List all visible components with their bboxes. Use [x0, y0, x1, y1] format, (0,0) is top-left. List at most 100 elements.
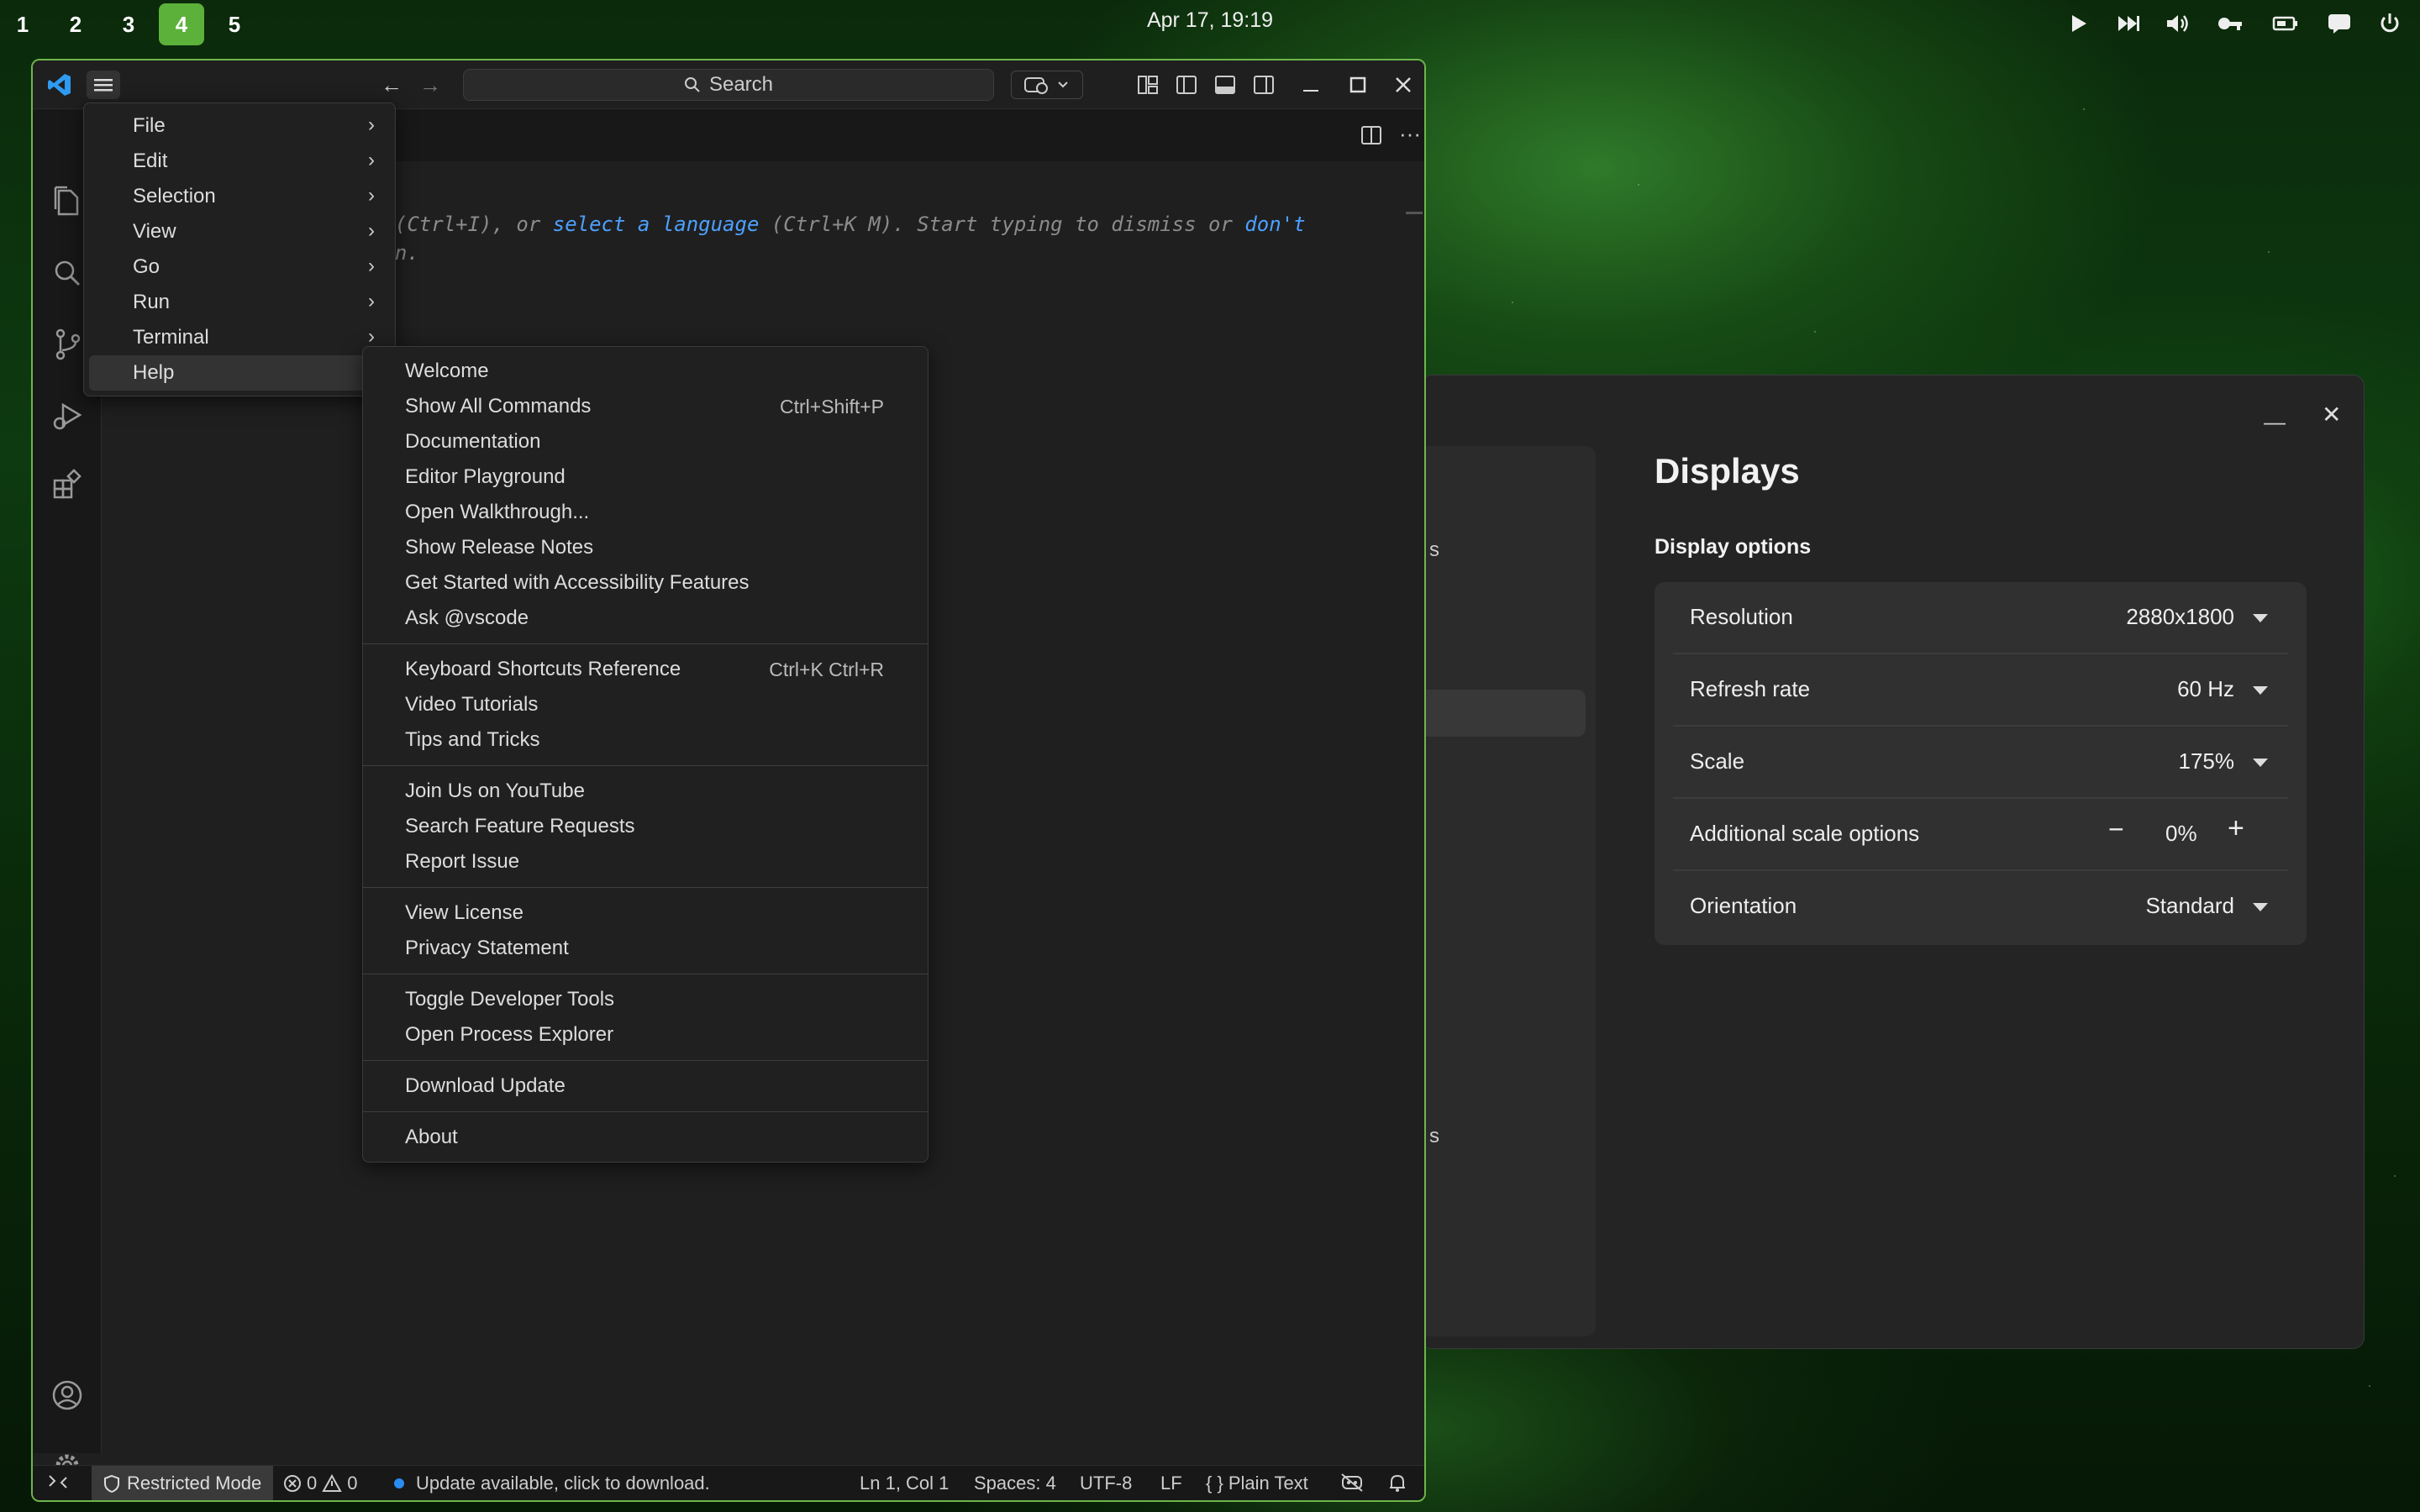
volume-icon[interactable] [2163, 10, 2193, 37]
menu-item-feature-requests[interactable]: Search Feature Requests [363, 809, 928, 844]
menu-label: Show Release Notes [405, 536, 594, 559]
copilot-button[interactable] [1011, 71, 1083, 99]
explorer-icon[interactable] [48, 181, 87, 220]
accounts-icon[interactable] [48, 1376, 87, 1415]
menu-item-run[interactable]: Run › [89, 285, 390, 320]
sidebar-fragment[interactable]: s [1429, 1125, 1439, 1148]
dont-show-link[interactable]: don't [1244, 213, 1305, 236]
menu-label: Terminal [133, 326, 209, 349]
menu-item-tips[interactable]: Tips and Tricks [363, 722, 928, 758]
cursor-position[interactable]: Ln 1, Col 1 [860, 1473, 949, 1494]
menu-item-privacy[interactable]: Privacy Statement [363, 931, 928, 966]
source-control-icon[interactable] [48, 324, 87, 363]
select-language-link[interactable]: select a language [553, 213, 760, 236]
menu-item-help[interactable]: Help› [89, 355, 390, 391]
power-icon[interactable] [2375, 10, 2405, 37]
chat-icon[interactable] [2324, 10, 2354, 37]
notifications-bell-icon[interactable] [1387, 1473, 1407, 1493]
sidebar-fragment[interactable]: s [1429, 538, 1439, 562]
command-center-search[interactable]: Search [463, 69, 994, 101]
menu-item-terminal[interactable]: Terminal › [89, 320, 390, 355]
dropdown-caret-icon[interactable] [2253, 903, 2268, 911]
maximize-window-icon[interactable] [1344, 71, 1372, 99]
menu-item-editor-playground[interactable]: Editor Playground [363, 459, 928, 495]
dropdown-caret-icon[interactable] [2253, 614, 2268, 622]
menu-item-open-walkthrough[interactable]: Open Walkthrough... [363, 495, 928, 530]
remote-indicator-icon[interactable] [48, 1473, 68, 1491]
forward-arrow-icon[interactable]: → [416, 71, 445, 99]
menu-item-selection[interactable]: Selection › [89, 179, 390, 214]
menu-item-dev-tools[interactable]: Toggle Developer Tools [363, 982, 928, 1017]
toggle-primary-sidebar-icon[interactable] [1174, 71, 1199, 99]
menu-item-ask-vscode[interactable]: Ask @vscode [363, 601, 928, 636]
refresh-rate-label: Refresh rate [1690, 676, 1811, 701]
run-debug-icon[interactable] [48, 396, 87, 435]
scrollbar-marker[interactable] [1406, 212, 1423, 214]
language-mode[interactable]: { } Plain Text [1206, 1473, 1308, 1494]
refresh-rate-row[interactable]: Refresh rate 60 Hz [1673, 654, 2288, 727]
menu-item-accessibility[interactable]: Get Started with Accessibility Features [363, 565, 928, 601]
refresh-rate-value[interactable]: 60 Hz [2177, 676, 2234, 702]
vscode-logo-icon [45, 71, 75, 99]
workspace-3[interactable]: 3 [106, 3, 151, 45]
menu-item-keyboard-reference[interactable]: Keyboard Shortcuts Reference Ctrl+K Ctrl+… [363, 652, 928, 687]
update-notification[interactable]: Update available, click to download. [394, 1473, 710, 1494]
copilot-status-icon[interactable] [1340, 1473, 1364, 1493]
menu-item-edit[interactable]: Edit › [89, 144, 390, 179]
scale-row[interactable]: Scale 175% [1673, 727, 2288, 799]
resolution-row[interactable]: Resolution 2880x1800 [1673, 582, 2288, 654]
clock[interactable]: Apr 17, 19:19 [1126, 8, 1294, 33]
menu-item-documentation[interactable]: Documentation [363, 424, 928, 459]
minimize-window-icon[interactable] [1297, 71, 1325, 99]
menu-item-release-notes[interactable]: Show Release Notes [363, 530, 928, 565]
workspace-1[interactable]: 1 [0, 3, 45, 45]
menu-item-video-tutorials[interactable]: Video Tutorials [363, 687, 928, 722]
skip-forward-icon[interactable] [2114, 10, 2144, 37]
workspace-2[interactable]: 2 [53, 3, 98, 45]
orientation-value[interactable]: Standard [2145, 893, 2234, 919]
menu-item-download-update[interactable]: Download Update [363, 1068, 928, 1104]
end-of-line[interactable]: LF [1160, 1473, 1182, 1494]
menu-item-youtube[interactable]: Join Us on YouTube [363, 774, 928, 809]
sidebar-item-displays[interactable] [1421, 690, 1586, 737]
dropdown-caret-icon[interactable] [2253, 686, 2268, 695]
minimize-button[interactable]: — [2264, 409, 2286, 435]
menu-item-report-issue[interactable]: Report Issue [363, 844, 928, 879]
workspace-4[interactable]: 4 [159, 3, 204, 45]
more-actions-icon[interactable]: ··· [1397, 119, 1423, 148]
update-text: Update available, click to download. [416, 1473, 710, 1494]
close-button[interactable]: ✕ [2322, 401, 2341, 428]
search-icon[interactable] [48, 254, 87, 292]
menu-item-process-explorer[interactable]: Open Process Explorer [363, 1017, 928, 1053]
menu-item-show-all-commands[interactable]: Show All Commands Ctrl+Shift+P [363, 389, 928, 424]
dropdown-caret-icon[interactable] [2253, 759, 2268, 767]
toggle-secondary-sidebar-icon[interactable] [1251, 71, 1276, 99]
menu-item-file[interactable]: File › [89, 108, 390, 144]
toggle-panel-icon[interactable] [1213, 71, 1238, 99]
scale-value[interactable]: 175% [2179, 748, 2235, 774]
split-editor-icon[interactable] [1359, 121, 1384, 150]
resolution-value[interactable]: 2880x1800 [2126, 604, 2234, 630]
customize-layout-icon[interactable] [1135, 71, 1160, 99]
battery-icon[interactable] [2270, 10, 2301, 37]
menu-item-view-license[interactable]: View License [363, 895, 928, 931]
increase-button[interactable]: + [2228, 812, 2244, 845]
play-icon[interactable] [2064, 10, 2094, 37]
decrease-button[interactable]: − [2108, 814, 2124, 845]
extensions-icon[interactable] [48, 465, 87, 504]
encoding[interactable]: UTF-8 [1080, 1473, 1132, 1494]
key-icon[interactable] [2215, 10, 2245, 37]
menu-item-go[interactable]: Go › [89, 249, 390, 285]
close-window-icon[interactable] [1389, 71, 1418, 99]
orientation-row[interactable]: Orientation Standard [1673, 871, 2288, 943]
hamburger-menu-button[interactable] [87, 71, 120, 99]
indentation[interactable]: Spaces: 4 [974, 1473, 1056, 1494]
menu-item-welcome[interactable]: Welcome [363, 354, 928, 389]
problems-indicator[interactable]: 0 0 [283, 1473, 358, 1494]
menu-separator [363, 643, 928, 644]
restricted-mode-button[interactable]: Restricted Mode [92, 1466, 274, 1500]
back-arrow-icon[interactable]: ← [377, 71, 406, 99]
menu-item-view[interactable]: View › [89, 214, 390, 249]
workspace-5[interactable]: 5 [212, 3, 257, 45]
menu-item-about[interactable]: About [363, 1120, 928, 1155]
